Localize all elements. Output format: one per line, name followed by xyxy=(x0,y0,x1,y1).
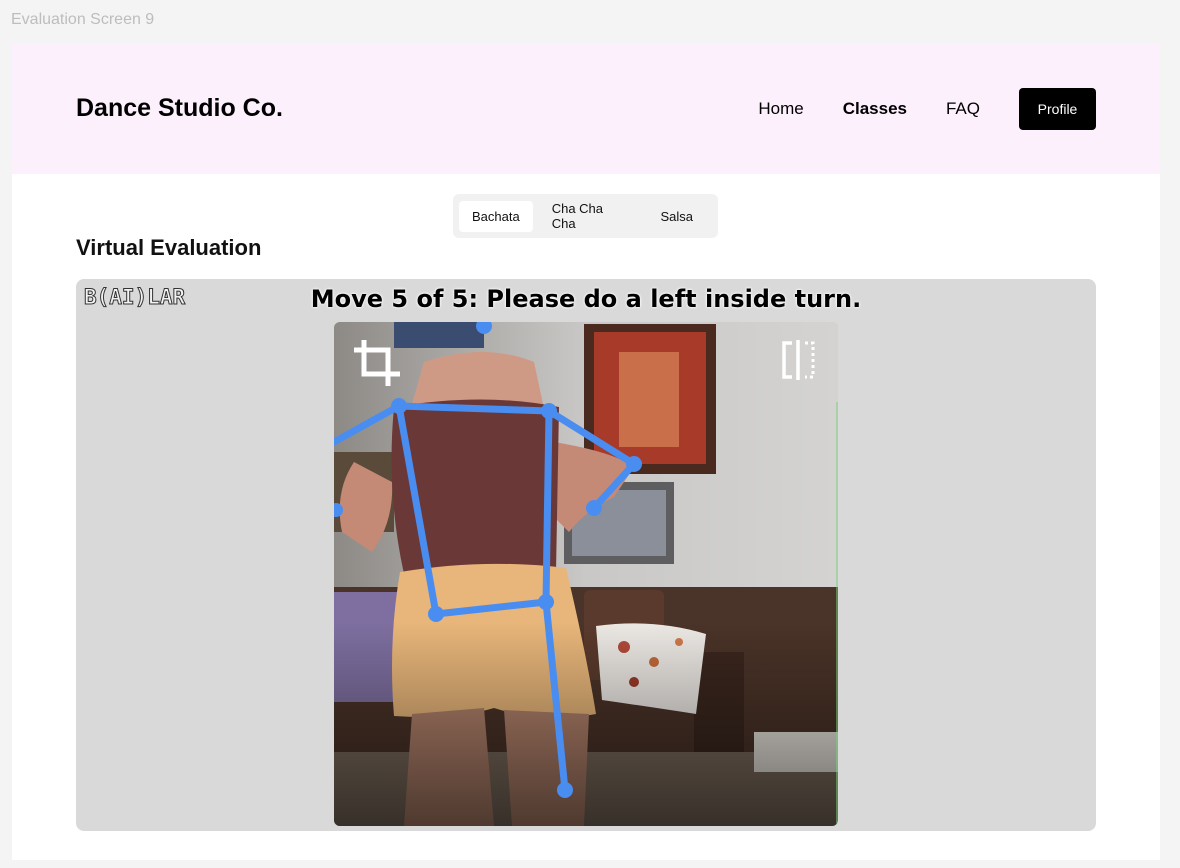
wall-poster xyxy=(394,322,484,348)
tab-bachata[interactable]: Bachata xyxy=(459,200,533,232)
page: Dance Studio Co. Home Classes FAQ Profil… xyxy=(12,44,1160,860)
page-title: Virtual Evaluation xyxy=(76,235,262,260)
profile-button[interactable]: Profile xyxy=(1019,88,1096,130)
main-nav: Home Classes FAQ Profile xyxy=(719,88,1096,130)
webcam-frame xyxy=(334,322,838,826)
dance-style-tabs: Bachata Cha Cha Cha Salsa xyxy=(453,194,718,238)
site-header: Dance Studio Co. Home Classes FAQ Profil… xyxy=(12,44,1160,174)
move-prompt: Move 5 of 5: Please do a left inside tur… xyxy=(310,285,862,313)
nav-faq[interactable]: FAQ xyxy=(946,99,980,119)
tab-cha-cha-cha[interactable]: Cha Cha Cha xyxy=(539,193,642,239)
tab-salsa[interactable]: Salsa xyxy=(647,201,706,232)
frame-label: Evaluation Screen 9 xyxy=(11,11,155,28)
flip-horizontal-icon[interactable] xyxy=(778,340,818,380)
evaluation-panel: B(AI)LAR Move 5 of 5: Please do a left i… xyxy=(76,279,1096,831)
nav-home[interactable]: Home xyxy=(758,99,803,119)
nav-classes[interactable]: Classes xyxy=(843,99,907,119)
brand-name[interactable]: Dance Studio Co. xyxy=(76,94,283,123)
webcam-video xyxy=(334,322,838,826)
crop-icon[interactable] xyxy=(354,340,400,386)
